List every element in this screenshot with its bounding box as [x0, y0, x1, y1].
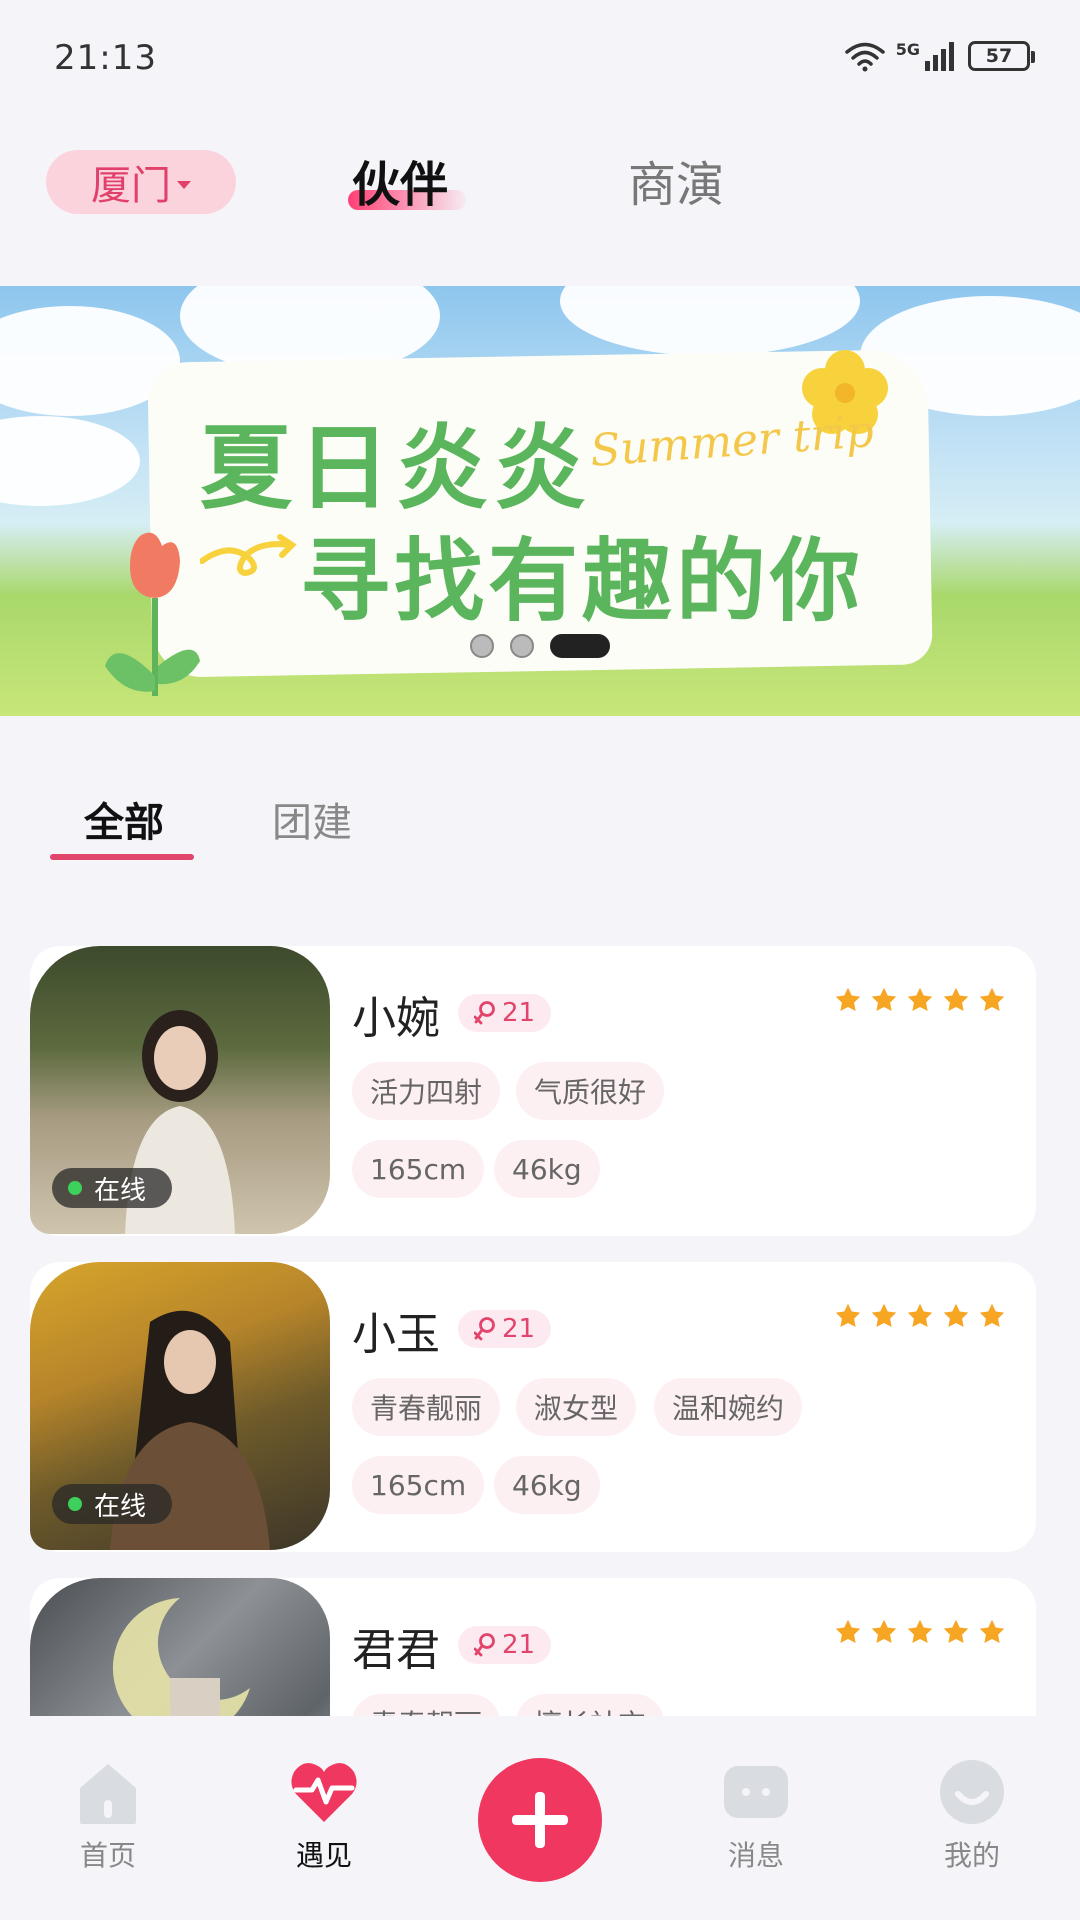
- star-icon: [835, 987, 861, 1011]
- online-status-badge: 在线: [52, 1484, 173, 1524]
- star-icon: [943, 1619, 969, 1643]
- weight-tag: 46kg: [494, 1140, 600, 1198]
- bottom-navigation: 首页 遇见 消息 我的: [0, 1716, 1080, 1920]
- star-icon: [871, 987, 897, 1011]
- nav-home[interactable]: 首页: [48, 1756, 168, 1874]
- trait-tag: 青春靓丽: [352, 1694, 501, 1716]
- age-badge: 21: [458, 1310, 552, 1348]
- nav-profile[interactable]: 我的: [912, 1756, 1032, 1874]
- star-icon: [943, 987, 969, 1011]
- heart-pulse-icon: [291, 1763, 357, 1822]
- star-icon: [907, 1303, 933, 1327]
- message-icon: [724, 1766, 788, 1818]
- online-label: 在线: [94, 1491, 147, 1522]
- age-value: 21: [502, 1314, 536, 1344]
- trait-tag: 擅长社交: [516, 1694, 665, 1716]
- subtab-team-building[interactable]: 团建: [272, 790, 352, 848]
- avatar-photo: 在线: [30, 1262, 330, 1550]
- nav-meet-label: 遇见: [295, 1839, 352, 1872]
- companion-name: 小玉: [352, 1309, 440, 1360]
- rating-stars: [834, 1302, 1006, 1330]
- online-dot-icon: [68, 1497, 82, 1511]
- companion-list[interactable]: 在线 小婉 21 活力四射 气质很好 165cm 46kg 在线 小玉 21 青…: [0, 946, 1080, 1716]
- promo-banner[interactable]: 夏日炎炎 Summer trip 寻找有趣的你: [0, 286, 1080, 716]
- battery-icon: 57: [968, 41, 1035, 71]
- cloud-decoration: [560, 286, 860, 356]
- cloud-decoration: [0, 416, 140, 506]
- star-icon: [871, 1619, 897, 1643]
- female-icon: [474, 1001, 495, 1025]
- weight-tag: 46kg: [494, 1456, 600, 1514]
- carousel-dot[interactable]: [510, 634, 534, 658]
- trait-tag: 青春靓丽: [352, 1378, 501, 1436]
- create-post-button[interactable]: [478, 1758, 602, 1882]
- status-time: 21:13: [54, 38, 157, 78]
- plus-icon: [512, 1792, 568, 1848]
- companion-card[interactable]: 在线 小玉 21 青春靓丽 淑女型 温和婉约 165cm 46kg: [30, 1262, 1036, 1552]
- city-selector[interactable]: 厦门: [46, 150, 236, 214]
- avatar-photo: 在线: [30, 946, 330, 1234]
- age-badge: 21: [458, 1626, 552, 1664]
- banner-subheadline: 寻找有趣的你: [300, 529, 864, 634]
- moon-lamp-icon: [112, 1598, 250, 1716]
- height-tag: 165cm: [352, 1456, 485, 1514]
- status-bar: 21:13 5G 57: [0, 0, 1080, 110]
- profile-icon: [940, 1760, 1004, 1824]
- battery-level: 57: [985, 45, 1013, 67]
- trait-tag: 气质很好: [516, 1062, 665, 1120]
- female-icon: [474, 1633, 495, 1657]
- age-value: 21: [502, 1630, 536, 1660]
- height-tag: 165cm: [352, 1140, 485, 1198]
- companion-name: 小婉: [352, 993, 440, 1044]
- wifi-icon: [844, 42, 885, 72]
- trait-tag: 温和婉约: [654, 1378, 803, 1436]
- rating-stars: [834, 1618, 1006, 1646]
- female-icon: [474, 1317, 495, 1341]
- star-icon: [835, 1619, 861, 1643]
- companion-card[interactable]: 在线 小婉 21 活力四射 气质很好 165cm 46kg: [30, 946, 1036, 1236]
- nav-home-label: 首页: [79, 1839, 136, 1872]
- rating-stars: [834, 986, 1006, 1014]
- tulip-icon: [105, 532, 200, 696]
- companion-card[interactable]: 君君 21 青春靓丽 擅长社交: [30, 1578, 1036, 1716]
- trait-tag: 淑女型: [516, 1378, 637, 1436]
- star-icon: [835, 1303, 861, 1327]
- carousel-indicator: [470, 634, 610, 658]
- star-icon: [871, 1303, 897, 1327]
- subtab-active-indicator: [50, 854, 194, 860]
- nav-profile-label: 我的: [943, 1839, 1000, 1872]
- age-badge: 21: [458, 994, 552, 1032]
- avatar-photo: [30, 1578, 330, 1716]
- star-icon: [979, 1303, 1005, 1327]
- arrow-decoration: [200, 534, 297, 577]
- star-icon: [907, 1619, 933, 1643]
- star-icon: [907, 987, 933, 1011]
- tab-partner[interactable]: 伙伴: [352, 145, 448, 215]
- city-label: 厦门: [91, 163, 171, 209]
- age-value: 21: [502, 998, 536, 1028]
- tab-performance[interactable]: 商演: [628, 145, 724, 215]
- trait-tag: 活力四射: [352, 1062, 501, 1120]
- star-icon: [943, 1303, 969, 1327]
- online-status-badge: 在线: [52, 1168, 173, 1208]
- star-icon: [979, 987, 1005, 1011]
- star-icon: [979, 1619, 1005, 1643]
- companion-name: 君君: [352, 1625, 440, 1676]
- nav-meet[interactable]: 遇见: [264, 1756, 384, 1874]
- carousel-dot-active[interactable]: [550, 634, 610, 658]
- caret-down-icon: [177, 181, 191, 189]
- online-dot-icon: [68, 1181, 82, 1195]
- status-icons: 5G 57: [844, 39, 1035, 72]
- network-type: 5G: [895, 39, 920, 59]
- subtab-all[interactable]: 全部: [84, 790, 164, 848]
- nav-messages[interactable]: 消息: [696, 1756, 816, 1874]
- online-label: 在线: [94, 1175, 147, 1206]
- carousel-dot[interactable]: [470, 634, 494, 658]
- nav-messages-label: 消息: [727, 1839, 784, 1872]
- home-icon: [80, 1764, 136, 1824]
- signal-icon: [925, 42, 954, 71]
